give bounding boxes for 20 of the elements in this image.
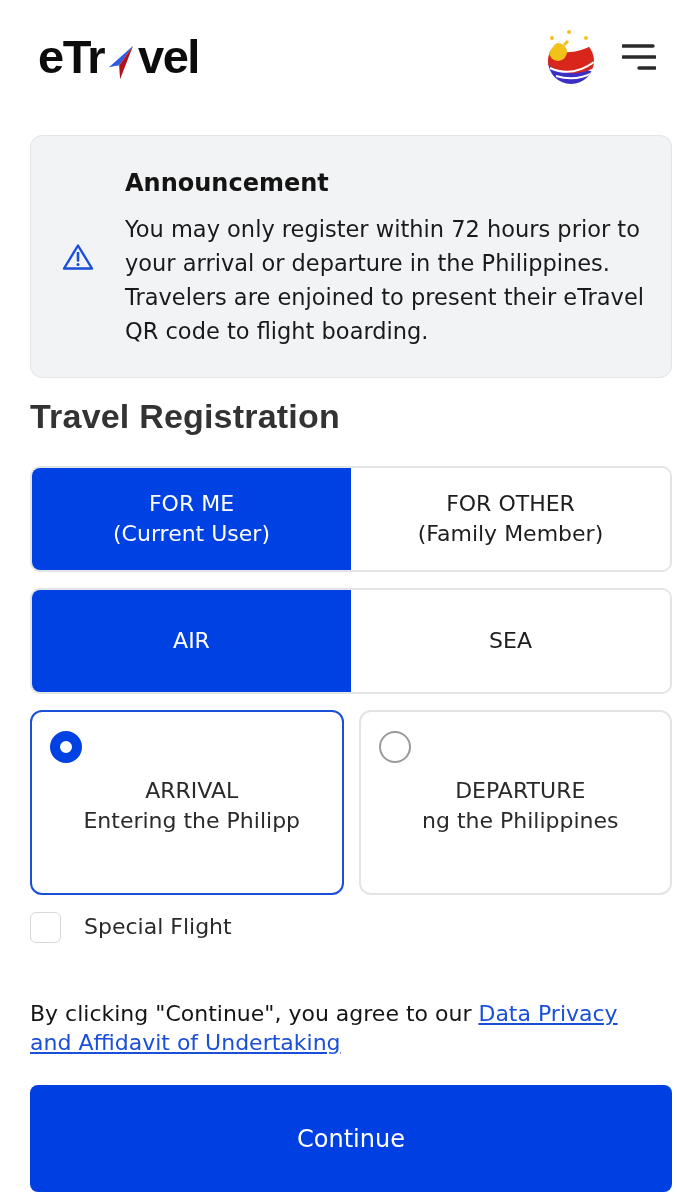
consent-text: By clicking "Continue", you agree to our Data Privacy and Affidavit of Undertaking (30, 1000, 619, 1057)
option-card[interactable]: DEPARTURE ng the Philippines (358, 710, 672, 895)
checkbox-label[interactable]: Special Flight (84, 912, 232, 942)
announcement-title: Announcement (125, 167, 330, 199)
section-heading: Travel Registration (30, 396, 341, 437)
sun-emblem-icon (546, 28, 594, 86)
continue-button[interactable]: Continue (30, 1085, 672, 1192)
checkbox[interactable] (30, 911, 61, 943)
warning-icon (62, 242, 94, 271)
paper-plane-icon (108, 44, 135, 81)
announcement-text: You may only register within 72 hours prior to your arrival or departure in the Philippines. Travelers are enjoined to present their eTravel QR code to flight boarding. (125, 214, 646, 346)
privacy-link[interactable]: and Affidavit of Undertaking (30, 1030, 341, 1055)
etravel-logo[interactable]: eTr vel (38, 32, 199, 82)
option-card[interactable]: ARRIVAL Entering the Philipp (30, 710, 344, 895)
radio-icon (50, 731, 82, 763)
transport-tab[interactable]: AIR (32, 590, 351, 692)
traveler-tab[interactable]: FOR ME (Current User) (32, 468, 351, 570)
menu-icon[interactable] (622, 43, 656, 71)
radio-icon (378, 731, 411, 763)
privacy-link[interactable]: Data Privacy (478, 1001, 618, 1026)
